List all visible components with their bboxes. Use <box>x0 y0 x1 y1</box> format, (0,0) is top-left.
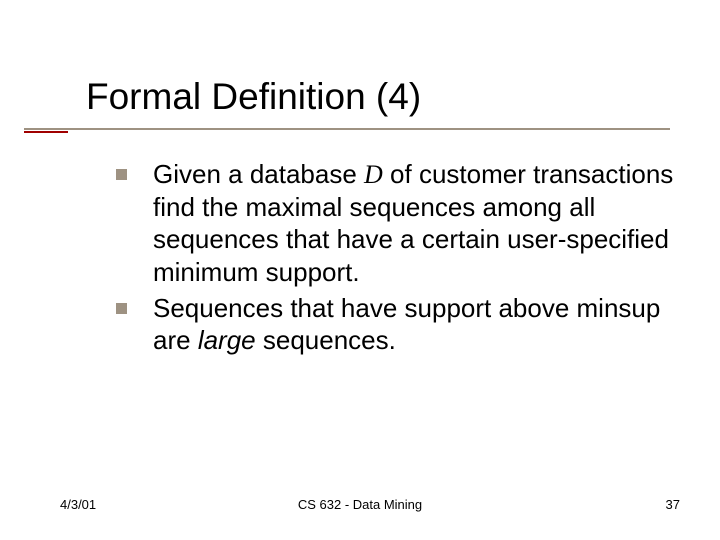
footer-page-number: 37 <box>666 497 680 512</box>
title-underline-accent <box>24 131 68 133</box>
bullet-text: Sequences that have support above minsup… <box>153 292 678 356</box>
slide: Formal Definition (4) Given a database D… <box>0 0 720 540</box>
square-bullet-icon <box>116 303 127 314</box>
bullet-item: Given a database D of customer transacti… <box>116 158 678 288</box>
content-area: Given a database D of customer transacti… <box>116 158 678 360</box>
bullet-item: Sequences that have support above minsup… <box>116 292 678 356</box>
title-wrap: Formal Definition (4) <box>86 76 680 118</box>
bullet-text: Given a database D of customer transacti… <box>153 158 678 288</box>
title-underline-long <box>24 128 670 130</box>
text-fragment: Given a database <box>153 159 364 189</box>
text-fragment: sequences. <box>256 325 396 355</box>
italic-term: large <box>198 325 256 355</box>
page-title: Formal Definition (4) <box>86 76 680 118</box>
square-bullet-icon <box>116 169 127 180</box>
footer-course: CS 632 - Data Mining <box>0 497 720 512</box>
math-symbol: D <box>364 160 383 189</box>
